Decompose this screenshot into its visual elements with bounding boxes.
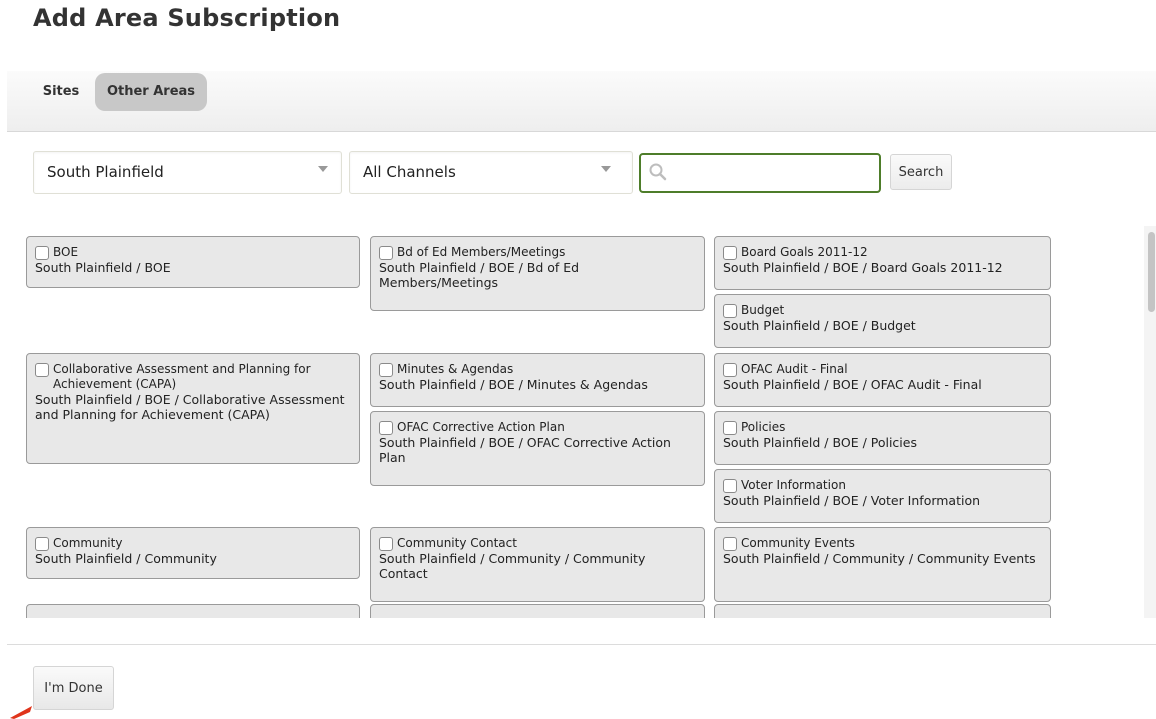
area-card[interactable]: Community South Plainfield / Community <box>26 527 360 579</box>
area-name: Bd of Ed Members/Meetings <box>397 245 566 259</box>
im-done-button[interactable]: I'm Done <box>33 666 114 710</box>
scrollbar-thumb[interactable] <box>1148 232 1155 312</box>
area-path: South Plainfield / Community / Community… <box>723 551 1036 566</box>
area-path: South Plainfield / Community / Community… <box>379 551 646 581</box>
area-checkbox[interactable] <box>723 421 737 435</box>
area-name: OFAC Audit - Final <box>741 362 848 376</box>
tab-sites[interactable]: Sites <box>39 73 83 111</box>
area-name: Budget <box>741 303 785 317</box>
area-card[interactable]: Policies South Plainfield / BOE / Polici… <box>714 411 1051 465</box>
area-card[interactable] <box>370 604 705 618</box>
area-path: South Plainfield / BOE <box>35 260 171 275</box>
area-card[interactable]: Collaborative Assessment and Planning fo… <box>26 353 360 464</box>
area-name: Minutes & Agendas <box>397 362 514 376</box>
location-select[interactable]: South Plainfield <box>33 151 342 194</box>
area-path: South Plainfield / Community <box>35 551 217 566</box>
area-path: South Plainfield / BOE / OFAC Audit - Fi… <box>723 377 982 392</box>
area-card[interactable]: Bd of Ed Members/Meetings South Plainfie… <box>370 236 705 311</box>
area-path: South Plainfield / BOE / Budget <box>723 318 916 333</box>
area-checkbox[interactable] <box>723 246 737 260</box>
tab-other-areas[interactable]: Other Areas <box>95 73 207 111</box>
area-card[interactable]: Voter Information South Plainfield / BOE… <box>714 469 1051 523</box>
area-name: Collaborative Assessment and Planning fo… <box>53 362 311 391</box>
chevron-down-icon <box>318 166 328 172</box>
footer-divider <box>7 644 1156 645</box>
tab-bar: Sites Other Areas <box>7 71 1156 132</box>
area-checkbox[interactable] <box>723 479 737 493</box>
area-card[interactable]: OFAC Corrective Action Plan South Plainf… <box>370 411 705 486</box>
cursor-arrow-icon <box>10 706 32 719</box>
area-checkbox[interactable] <box>379 421 393 435</box>
area-checkbox[interactable] <box>35 246 49 260</box>
chevron-down-icon <box>601 166 611 172</box>
area-card[interactable]: Community Events South Plainfield / Comm… <box>714 527 1051 602</box>
area-checkbox[interactable] <box>723 363 737 377</box>
area-checkbox[interactable] <box>723 537 737 551</box>
search-icon <box>649 163 667 185</box>
area-list[interactable]: BOE South Plainfield / BOE Collaborative… <box>0 226 1156 618</box>
area-name: Community Events <box>741 536 855 550</box>
area-name: Board Goals 2011-12 <box>741 245 868 259</box>
area-card[interactable] <box>26 604 360 618</box>
area-checkbox[interactable] <box>723 304 737 318</box>
area-name: BOE <box>53 245 79 259</box>
area-name: OFAC Corrective Action Plan <box>397 420 565 434</box>
channel-select[interactable]: All Channels <box>349 151 633 194</box>
area-checkbox[interactable] <box>379 246 393 260</box>
area-card[interactable]: Minutes & Agendas South Plainfield / BOE… <box>370 353 705 407</box>
area-path: South Plainfield / BOE / OFAC Corrective… <box>379 435 671 465</box>
area-card[interactable]: Budget South Plainfield / BOE / Budget <box>714 294 1051 348</box>
area-path: South Plainfield / BOE / Collaborative A… <box>35 392 345 422</box>
area-card[interactable]: OFAC Audit - Final South Plainfield / BO… <box>714 353 1051 407</box>
area-name: Voter Information <box>741 478 846 492</box>
area-checkbox[interactable] <box>35 537 49 551</box>
area-checkbox[interactable] <box>379 537 393 551</box>
search-input[interactable] <box>671 161 870 185</box>
area-path: South Plainfield / BOE / Minutes & Agend… <box>379 377 648 392</box>
area-card[interactable]: BOE South Plainfield / BOE <box>26 236 360 288</box>
area-checkbox[interactable] <box>379 363 393 377</box>
area-card[interactable]: Board Goals 2011-12 South Plainfield / B… <box>714 236 1051 290</box>
area-name: Community Contact <box>397 536 517 550</box>
area-card[interactable] <box>714 604 1051 618</box>
area-path: South Plainfield / BOE / Board Goals 201… <box>723 260 1003 275</box>
area-card[interactable]: Community Contact South Plainfield / Com… <box>370 527 705 602</box>
channel-select-value: All Channels <box>363 163 456 181</box>
search-field[interactable] <box>639 153 881 193</box>
area-path: South Plainfield / BOE / Voter Informati… <box>723 493 981 508</box>
search-button[interactable]: Search <box>890 154 952 190</box>
area-checkbox[interactable] <box>35 363 49 377</box>
area-path: South Plainfield / BOE / Policies <box>723 435 917 450</box>
area-path: South Plainfield / BOE / Bd of Ed Member… <box>379 260 580 290</box>
area-name: Policies <box>741 420 786 434</box>
page-title: Add Area Subscription <box>33 4 341 32</box>
area-name: Community <box>53 536 123 550</box>
location-select-value: South Plainfield <box>47 163 164 181</box>
